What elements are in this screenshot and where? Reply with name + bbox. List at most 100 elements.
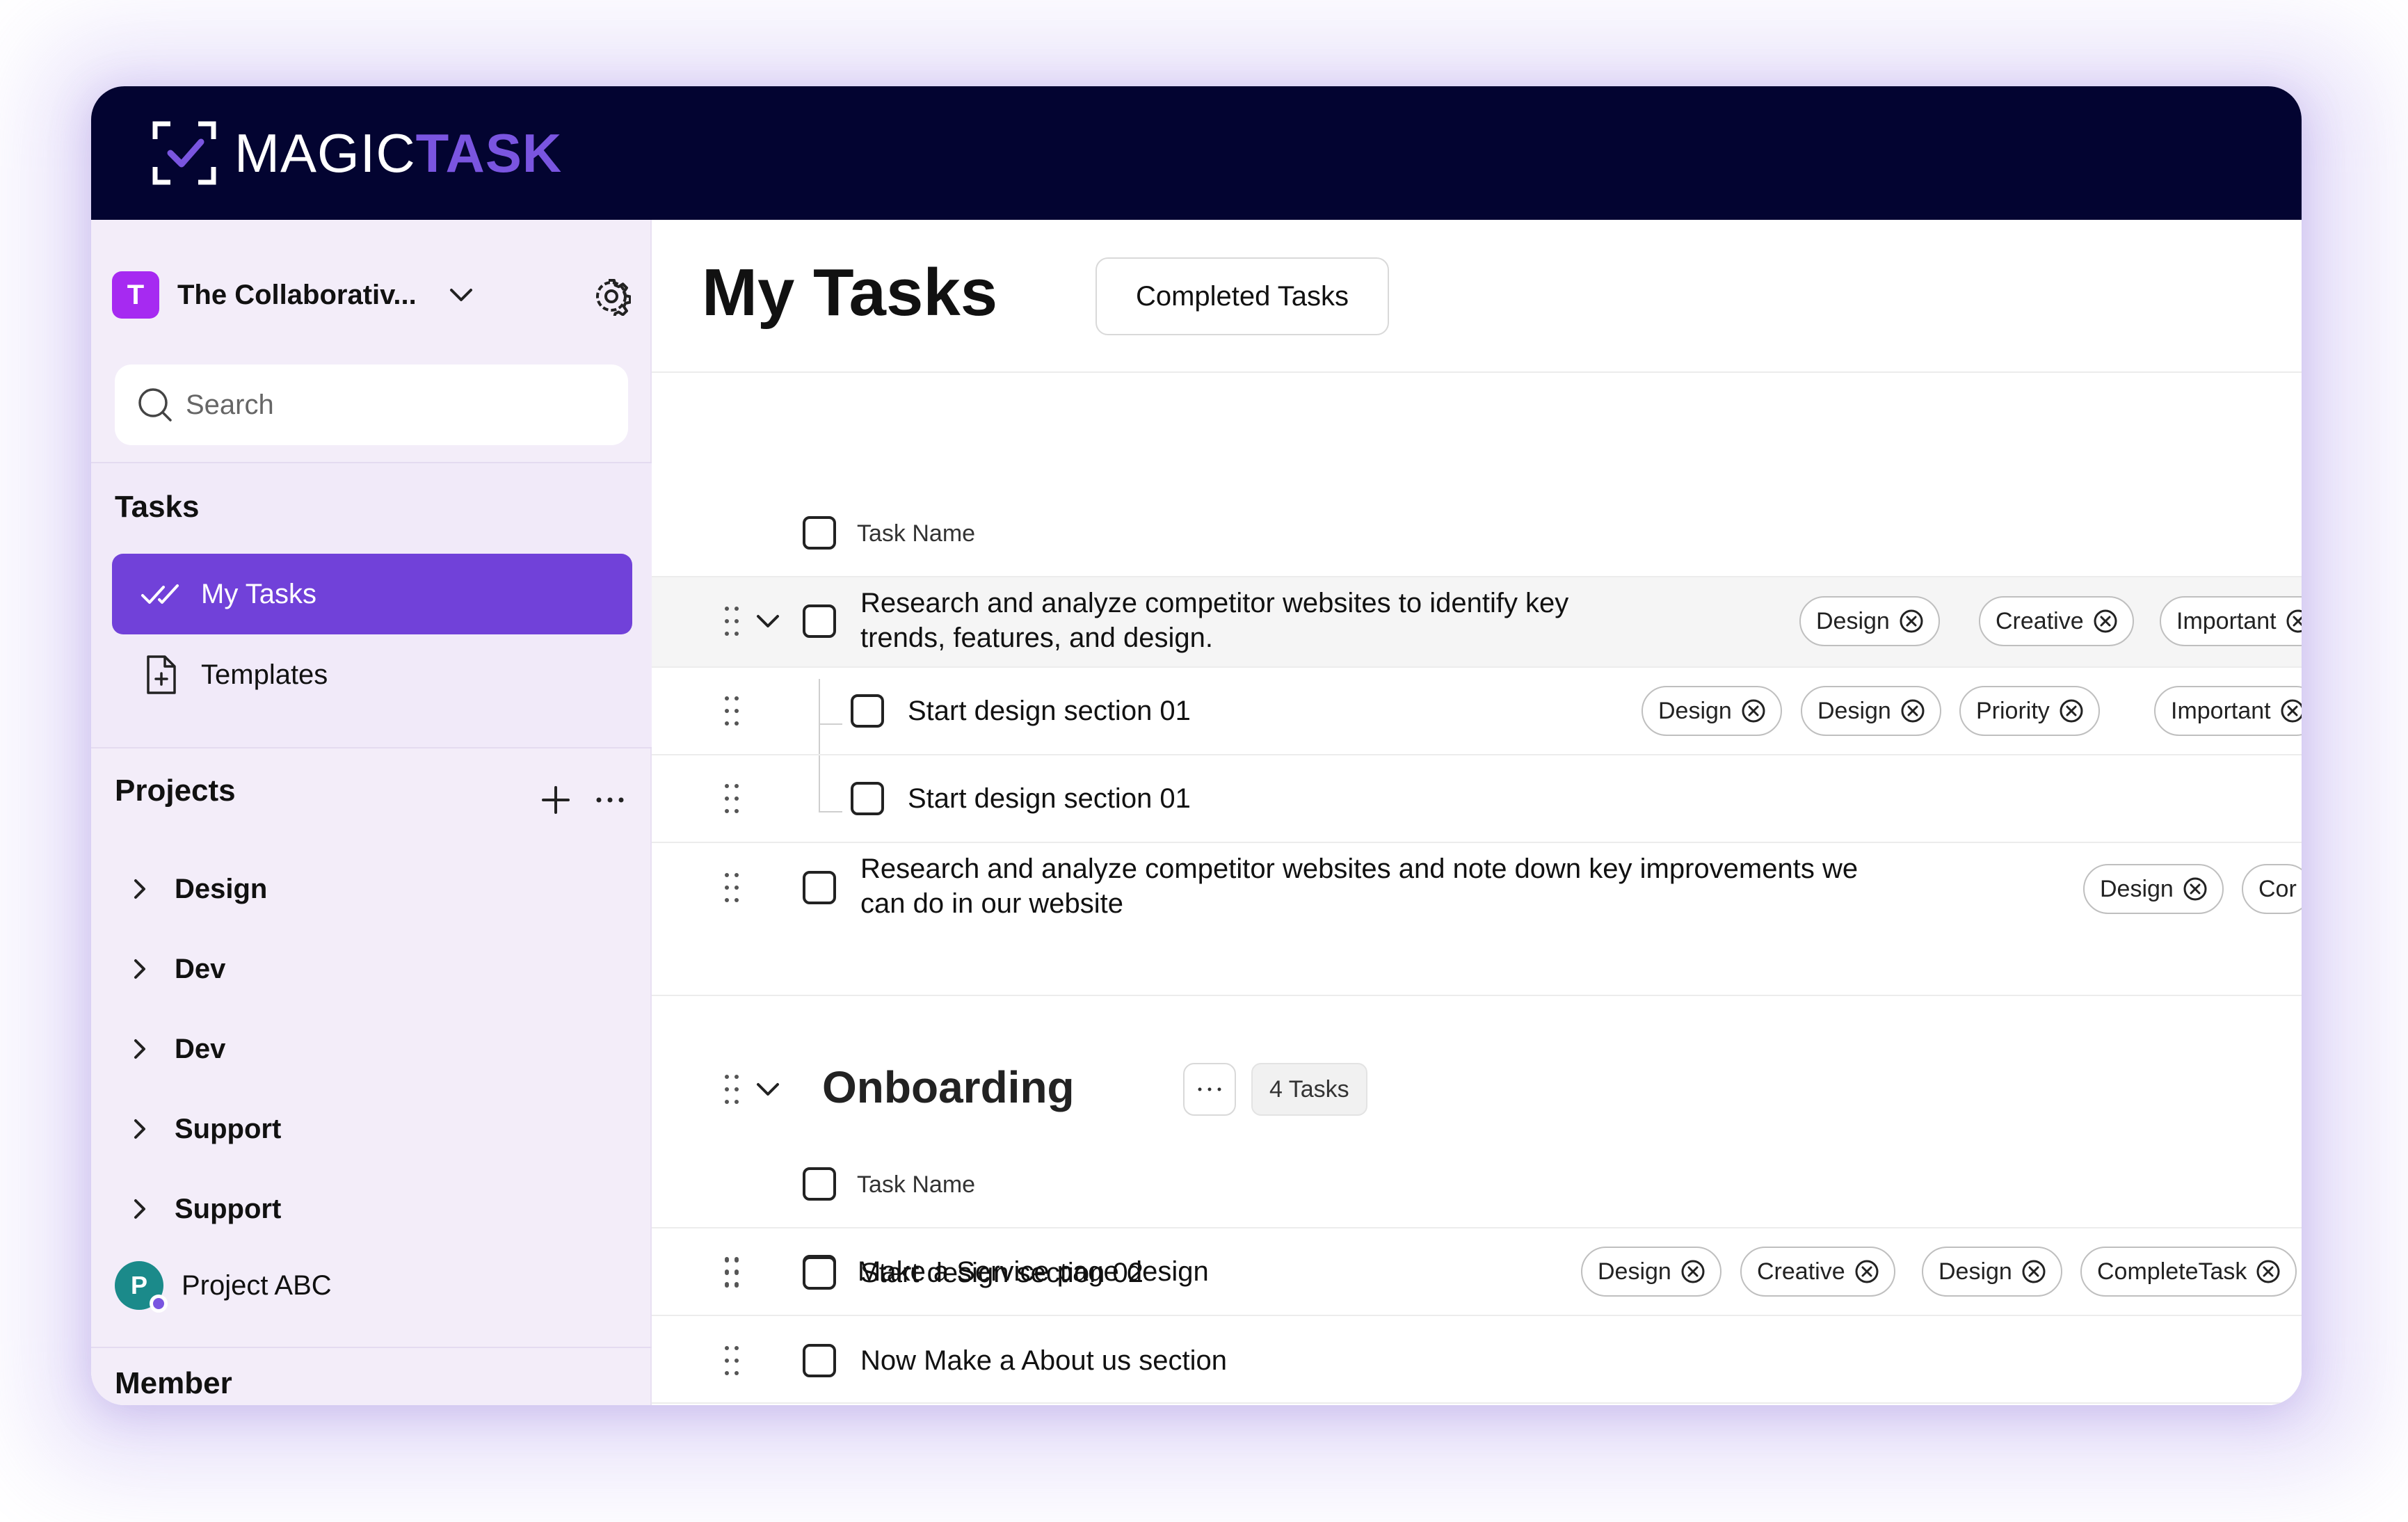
subtask-checkbox[interactable] xyxy=(851,782,884,815)
project-label: Dev xyxy=(175,953,226,984)
tag-label: Cor xyxy=(2258,875,2297,902)
drag-handle-icon[interactable] xyxy=(721,1256,742,1290)
close-circle-icon[interactable] xyxy=(2285,608,2302,634)
task-checkbox[interactable] xyxy=(803,604,836,638)
project-label: Support xyxy=(175,1193,282,1224)
divider xyxy=(652,576,2302,577)
chevron-down-icon[interactable] xyxy=(753,606,783,636)
page-title: My Tasks xyxy=(702,255,998,330)
table-row[interactable]: Now Make a About us section xyxy=(652,1317,2302,1404)
tag-chip[interactable]: Design xyxy=(2083,864,2224,914)
drag-handle-icon[interactable] xyxy=(721,1344,742,1377)
close-circle-icon[interactable] xyxy=(2058,698,2085,724)
projects-section: Projects Design Dev Dev Support Support … xyxy=(91,748,652,1347)
chevron-right-icon xyxy=(134,1199,145,1219)
close-circle-icon[interactable] xyxy=(2092,608,2119,634)
nav-templates-label: Templates xyxy=(201,659,328,690)
member-heading: Member xyxy=(115,1366,232,1400)
main-content: My Tasks Completed Tasks Task Name Resea… xyxy=(652,220,2302,1405)
chevron-right-icon xyxy=(134,1119,145,1139)
tasks-nav-section: Tasks My Tasks Templates xyxy=(91,462,652,748)
search-icon xyxy=(138,388,172,422)
more-horizontal-icon[interactable] xyxy=(591,780,629,819)
close-circle-icon[interactable] xyxy=(1740,698,1767,724)
plus-icon[interactable] xyxy=(536,780,575,819)
nav-my-tasks[interactable]: My Tasks xyxy=(112,554,632,634)
tag-chip[interactable]: Creative xyxy=(1979,596,2134,646)
project-label: Support xyxy=(175,1113,282,1144)
drag-handle-icon[interactable] xyxy=(721,1073,742,1106)
project-abc-label: Project ABC xyxy=(182,1269,332,1301)
task-name: Now Make a About us section xyxy=(860,1345,1227,1376)
drag-handle-icon[interactable] xyxy=(721,694,742,728)
task-checkbox[interactable] xyxy=(803,1256,836,1290)
close-circle-icon[interactable] xyxy=(2279,698,2302,724)
project-item-dev[interactable]: Dev xyxy=(126,941,225,997)
tag-chip[interactable]: Important xyxy=(2160,596,2302,646)
task-name: Start design section 02 xyxy=(860,1258,1143,1288)
close-circle-icon[interactable] xyxy=(2182,876,2208,902)
tag-chip[interactable]: Design xyxy=(1642,686,1782,736)
tag-chip[interactable]: Priority xyxy=(1959,686,2100,736)
drag-handle-icon[interactable] xyxy=(721,604,742,638)
divider xyxy=(652,995,2302,996)
project-item-support[interactable]: Support xyxy=(126,1181,281,1237)
gear-icon[interactable] xyxy=(592,277,631,316)
task-count-badge: 4 Tasks xyxy=(1251,1063,1367,1116)
table-row[interactable]: Start design section 02 xyxy=(652,1230,2302,1316)
status-dot xyxy=(150,1295,168,1313)
close-circle-icon[interactable] xyxy=(1898,608,1925,634)
chevron-right-icon xyxy=(134,959,145,979)
workspace-avatar: T xyxy=(112,271,159,319)
select-all-checkbox[interactable] xyxy=(803,516,836,550)
drag-handle-icon[interactable] xyxy=(721,782,742,815)
tag-chip[interactable]: Cor xyxy=(2242,864,2302,914)
group-more-button[interactable] xyxy=(1183,1063,1236,1116)
table-row[interactable]: Start design section 01 Design Design Pr… xyxy=(652,668,2302,754)
search-box[interactable] xyxy=(115,365,628,445)
task-checkbox[interactable] xyxy=(803,1344,836,1377)
task-checkbox[interactable] xyxy=(803,871,836,904)
chevron-right-icon xyxy=(134,879,145,899)
chevron-down-icon[interactable] xyxy=(446,280,476,310)
project-avatar-initial: P xyxy=(130,1271,147,1299)
tag-label: Design xyxy=(1816,607,1890,634)
app-window: MAGICTASK T The Collaborativ... Search T… xyxy=(91,86,2302,1405)
search-input[interactable] xyxy=(186,389,603,421)
completed-tasks-button[interactable]: Completed Tasks xyxy=(1095,257,1389,335)
tasks-heading: Tasks xyxy=(115,490,200,524)
nav-templates[interactable]: Templates xyxy=(112,634,632,715)
nav-my-tasks-label: My Tasks xyxy=(201,578,316,609)
divider xyxy=(652,371,2302,373)
project-item-abc[interactable]: P Project ABC xyxy=(115,1258,332,1313)
more-horizontal-icon xyxy=(1198,1087,1221,1091)
task-name-line2: trends, features, and design. xyxy=(860,623,1213,653)
top-bar: MAGICTASK xyxy=(91,86,2302,220)
tag-label: Design xyxy=(1658,697,1732,724)
column-header-task-name: Task Name xyxy=(857,1171,976,1198)
project-label: Dev xyxy=(175,1033,226,1064)
table-row[interactable]: Research and analyze competitor websites… xyxy=(652,576,2302,666)
logo-icon xyxy=(152,121,216,185)
tag-chip[interactable]: Important xyxy=(2154,686,2302,736)
tag-label: Design xyxy=(2100,875,2174,902)
close-circle-icon[interactable] xyxy=(1900,698,1926,724)
project-item-dev[interactable]: Dev xyxy=(126,1021,225,1077)
drag-handle-icon[interactable] xyxy=(721,871,742,904)
projects-heading: Projects xyxy=(115,774,236,808)
chevron-down-icon[interactable] xyxy=(753,1074,783,1105)
project-item-design[interactable]: Design xyxy=(126,861,267,917)
subtask-checkbox[interactable] xyxy=(851,694,884,728)
tag-chip[interactable]: Design xyxy=(1799,596,1940,646)
table-row[interactable]: Research and analyze competitor websites… xyxy=(652,843,2302,934)
select-all-checkbox[interactable] xyxy=(803,1167,836,1201)
table-row[interactable]: Start design section 01 xyxy=(652,755,2302,842)
tag-label: Design xyxy=(1817,697,1891,724)
workspace-switcher[interactable]: T The Collaborativ... xyxy=(112,269,631,321)
sidebar: T The Collaborativ... Tasks xyxy=(91,220,652,1405)
task-name: Start design section 01 xyxy=(908,696,1191,726)
tag-chip[interactable]: Design xyxy=(1801,686,1941,736)
tag-label: Priority xyxy=(1976,697,2050,724)
project-item-support[interactable]: Support xyxy=(126,1101,281,1157)
column-header-task-name: Task Name xyxy=(857,520,976,547)
